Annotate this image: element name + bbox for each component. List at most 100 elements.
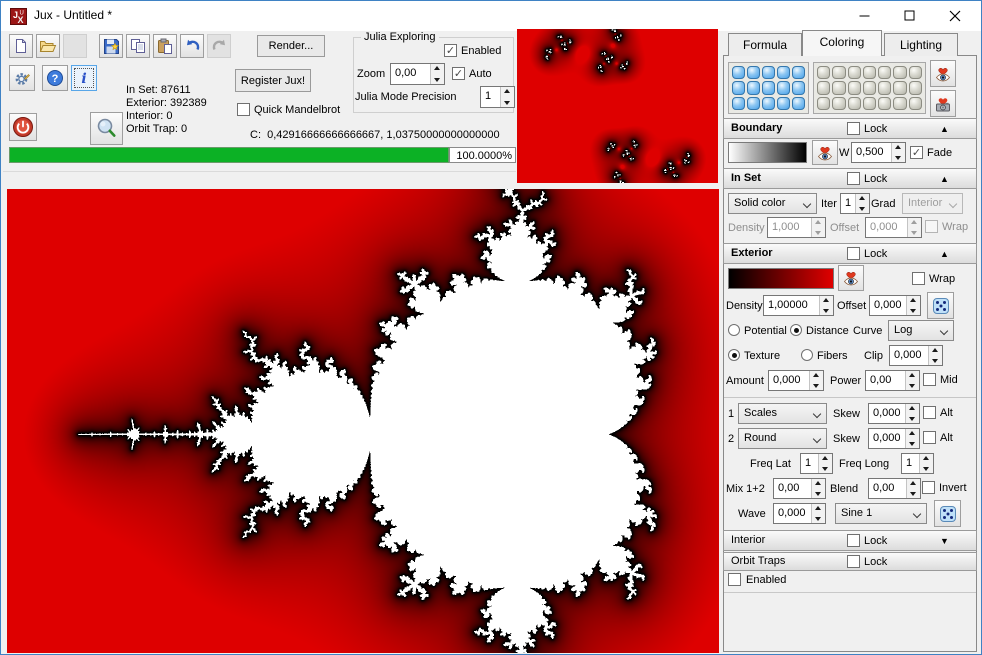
palette-button-gray[interactable] — [848, 66, 861, 79]
palette-button-blue[interactable] — [792, 66, 805, 79]
exterior-offset-spinner[interactable]: 0,000 — [869, 295, 921, 316]
mix-value[interactable]: 0,00 — [774, 479, 811, 498]
mandelbrot-canvas[interactable] — [7, 189, 719, 653]
blend-spinner[interactable]: 0,00 — [868, 478, 921, 499]
about-button[interactable]: i — [71, 65, 97, 91]
spin-buttons[interactable] — [928, 346, 942, 365]
exterior-randomize-button[interactable] — [927, 292, 954, 319]
boundary-fade-checkbox[interactable]: ✓ — [910, 146, 923, 159]
spin-buttons[interactable] — [818, 454, 832, 473]
palette-button-gray[interactable] — [848, 81, 861, 94]
section-header-exterior[interactable]: Exterior Lock ▲ — [723, 243, 977, 264]
tab-formula[interactable]: Formula — [728, 33, 802, 56]
exterior-clip-value[interactable]: 0,000 — [890, 346, 928, 365]
options-button[interactable] — [9, 65, 35, 91]
wave-spinner[interactable]: 0,000 — [773, 503, 826, 524]
exterior-lock-checkbox[interactable] — [847, 247, 860, 260]
minimize-button[interactable] — [842, 1, 887, 30]
julia-auto-checkbox[interactable]: ✓ — [452, 67, 465, 80]
close-button[interactable] — [932, 1, 977, 30]
undo-button[interactable] — [180, 34, 204, 58]
new-document-button[interactable] — [9, 34, 33, 58]
collapse-arrow-icon[interactable]: ▲ — [940, 248, 949, 260]
tab-lighting[interactable]: Lighting — [884, 33, 958, 56]
register-button[interactable]: Register Jux! — [235, 69, 311, 92]
palette-button-blue[interactable] — [762, 66, 775, 79]
boundary-w-spinner[interactable]: 0,500 — [851, 142, 906, 163]
exterior-power-value[interactable]: 0,00 — [866, 371, 905, 390]
spin-buttons[interactable] — [855, 194, 869, 213]
exterior-wrap-checkbox[interactable] — [912, 272, 925, 285]
spin-buttons[interactable] — [430, 64, 444, 84]
palette-button-blue[interactable] — [792, 97, 805, 110]
orbit-traps-enabled-checkbox[interactable] — [728, 573, 741, 586]
help-button[interactable]: ? — [42, 65, 68, 91]
texture2-type-select[interactable]: Round — [738, 428, 827, 449]
section-header-interior[interactable]: Interior Lock ▼ — [723, 530, 977, 551]
palette-button-gray[interactable] — [848, 97, 861, 110]
palette-button-blue[interactable] — [732, 97, 745, 110]
exterior-texture-radio[interactable] — [728, 349, 740, 361]
palette-button-gray[interactable] — [893, 81, 906, 94]
texture2-skew-value[interactable]: 0,000 — [869, 429, 905, 448]
exterior-density-value[interactable]: 1,00000 — [764, 296, 819, 315]
palette-button-gray[interactable] — [878, 81, 891, 94]
palette-button-gray[interactable] — [817, 81, 830, 94]
in-set-lock-checkbox[interactable] — [847, 172, 860, 185]
palette-button-gray[interactable] — [832, 97, 845, 110]
wave-shape-select[interactable]: Sine 1 — [835, 503, 927, 524]
palette-button-gray[interactable] — [817, 66, 830, 79]
freq-lat-spinner[interactable]: 1 — [800, 453, 833, 474]
texture2-skew-spinner[interactable]: 0,000 — [868, 428, 920, 449]
exterior-potential-radio[interactable] — [728, 324, 740, 336]
maximize-button[interactable] — [887, 1, 932, 30]
palette-button-gray[interactable] — [817, 97, 830, 110]
palette-button-blue[interactable] — [747, 97, 760, 110]
palette-button-gray[interactable] — [893, 97, 906, 110]
save-button[interactable] — [99, 34, 123, 58]
palette-button-gray[interactable] — [909, 66, 922, 79]
palette-button-gray[interactable] — [832, 66, 845, 79]
texture1-skew-spinner[interactable]: 0,000 — [868, 403, 920, 424]
open-file-button[interactable] — [36, 34, 60, 58]
spin-buttons[interactable] — [809, 371, 823, 390]
palette-button-gray[interactable] — [909, 81, 922, 94]
exterior-density-spinner[interactable]: 1,00000 — [763, 295, 834, 316]
exterior-amount-value[interactable]: 0,000 — [769, 371, 809, 390]
collapse-arrow-icon[interactable]: ▲ — [940, 123, 949, 135]
julia-enabled-checkbox[interactable]: ✓ — [444, 44, 457, 57]
julia-precision-value[interactable]: 1 — [481, 87, 500, 107]
palette-button-blue[interactable] — [777, 81, 790, 94]
spin-buttons[interactable] — [906, 479, 920, 498]
mix-spinner[interactable]: 0,00 — [773, 478, 826, 499]
texture2-alt-checkbox[interactable] — [923, 431, 936, 444]
palette-button-blue[interactable] — [747, 81, 760, 94]
exterior-offset-value[interactable]: 0,000 — [870, 296, 906, 315]
exterior-mid-checkbox[interactable] — [923, 373, 936, 386]
in-set-iter-spinner[interactable]: 1 — [840, 193, 870, 214]
palette-button-gray[interactable] — [863, 81, 876, 94]
palette-button-blue[interactable] — [732, 66, 745, 79]
palette-button-blue[interactable] — [777, 66, 790, 79]
section-header-orbit-traps[interactable]: Orbit Traps Lock — [723, 552, 977, 571]
exterior-clip-spinner[interactable]: 0,000 — [889, 345, 943, 366]
julia-precision-spinner[interactable]: 1 — [480, 86, 515, 108]
boundary-gradient-edit-button[interactable] — [812, 140, 838, 165]
stop-render-button[interactable] — [9, 113, 37, 141]
spin-buttons[interactable] — [891, 143, 905, 162]
boundary-lock-checkbox[interactable] — [847, 122, 860, 135]
quick-mandelbrot-checkbox[interactable] — [237, 103, 250, 116]
exterior-gradient-strip[interactable] — [728, 268, 834, 289]
collapse-arrow-icon[interactable]: ▲ — [940, 173, 949, 185]
exterior-amount-spinner[interactable]: 0,000 — [768, 370, 824, 391]
boundary-gradient-strip[interactable] — [728, 142, 807, 163]
expand-arrow-icon[interactable]: ▼ — [940, 535, 949, 547]
exterior-power-spinner[interactable]: 0,00 — [865, 370, 920, 391]
section-header-in-set[interactable]: In Set Lock ▲ — [723, 168, 977, 189]
palette-button-gray[interactable] — [863, 97, 876, 110]
palette-button-gray[interactable] — [878, 66, 891, 79]
spin-buttons[interactable] — [906, 296, 920, 315]
freq-lat-value[interactable]: 1 — [801, 454, 818, 473]
exterior-distance-radio[interactable] — [790, 324, 802, 336]
spin-buttons[interactable] — [905, 404, 919, 423]
